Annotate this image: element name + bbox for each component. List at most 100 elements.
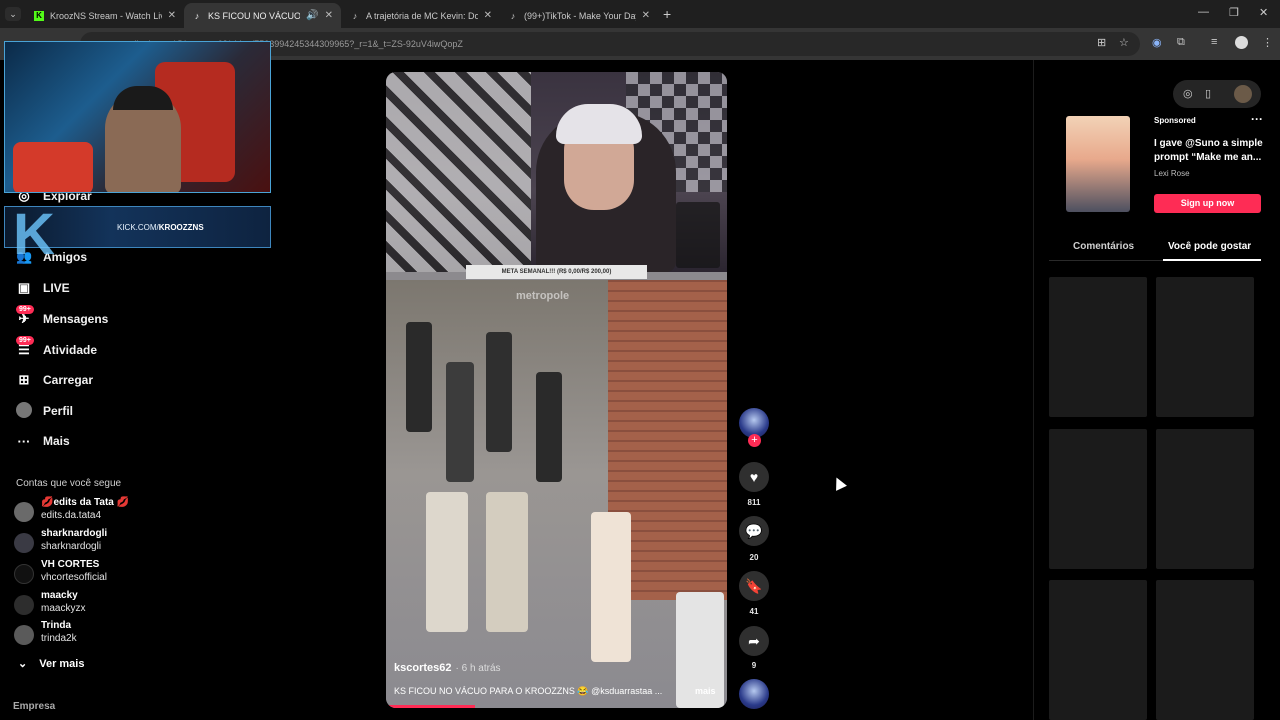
account-name: maacky (41, 590, 78, 601)
close-tab-icon[interactable]: ✕ (325, 10, 333, 21)
close-tab-icon[interactable]: ✕ (484, 10, 492, 21)
kick-channel-banner: K KICK.COM/KROOZZNS (4, 202, 271, 267)
game-character (446, 362, 474, 482)
close-window-icon[interactable]: ✕ (1259, 6, 1268, 19)
game-character (486, 332, 512, 452)
account-name: 💋edits da Tata 💋 (41, 497, 130, 508)
sidebar-item-label: Atividade (43, 343, 98, 357)
ad-text: I gave @Suno a simple prompt “Make me an… (1154, 138, 1263, 163)
avatar (14, 595, 34, 615)
game-character (486, 492, 528, 632)
profile-icon[interactable] (1235, 36, 1248, 49)
caption-more-button[interactable]: mais (695, 686, 716, 696)
profile-avatar[interactable] (1234, 85, 1252, 103)
kick-channel-name: KROOZZNS (158, 223, 204, 232)
video-player[interactable]: META SEMANAL!!! (R$ 0,00/R$ 200,00) metr… (386, 72, 727, 708)
speaker-icon[interactable]: 🔊 (306, 10, 318, 21)
followed-account[interactable]: sharknardogli sharknardogli (14, 528, 164, 558)
upload-icon: ⊞ (18, 372, 30, 387)
tab-comments[interactable]: Comentários (1073, 241, 1134, 252)
like-button[interactable]: ♥ (739, 462, 769, 492)
tab-title: A trajetória de MC Kevin: Do a (366, 10, 478, 21)
comment-button[interactable]: 💬 (739, 516, 769, 546)
tiktok-favicon-icon: ♪ (194, 10, 200, 21)
chat-ranking-overlay (676, 202, 720, 268)
browser-tab-mc-kevin[interactable]: ♪ A trajetória de MC Kevin: Do a ✕ (342, 3, 500, 28)
ad-thumbnail[interactable] (1066, 116, 1130, 212)
see-more-label: Ver mais (39, 658, 85, 670)
account-username: maackyzx (41, 603, 86, 614)
live-icon: ▣ (17, 280, 31, 295)
suggested-video-placeholder[interactable] (1049, 277, 1147, 417)
sponsored-label: Sponsored (1154, 116, 1196, 125)
tab-search-button[interactable]: ⌄ (5, 7, 21, 21)
right-panel-tabs: Comentários Você pode gostar (1049, 235, 1261, 261)
tiktok-favicon-icon: ♪ (352, 10, 358, 21)
followed-account[interactable]: Trinda trinda2k (14, 620, 164, 650)
see-more-button[interactable]: ⌄ Ver mais (18, 657, 84, 670)
save-count: 41 (749, 607, 759, 616)
sidebar-item-carregar[interactable]: ⊞ Carregar (16, 368, 93, 392)
activity-icon: ☰ 99+ (16, 336, 34, 358)
sidebar-item-label: Mais (43, 434, 70, 448)
share-button[interactable]: ➦ (739, 626, 769, 656)
video-progress-bar[interactable] (386, 705, 475, 708)
sidebar-item-mais[interactable]: ··· Mais (16, 429, 70, 453)
video-author[interactable]: kscortes62 · 6 h atrás (394, 662, 501, 674)
graffiti-wall-shape (386, 72, 531, 272)
author-username: kscortes62 (394, 662, 452, 674)
browser-tab-tiktok-video[interactable]: ♪ KS FICOU NO VÁCUO PARA 🔊 ✕ (184, 3, 341, 28)
browser-tab-bar: ⌄ K KroozNS Stream - Watch Live ✕ ♪ KS F… (0, 0, 1280, 28)
suggested-video-placeholder[interactable] (1156, 429, 1254, 569)
suggested-video-placeholder[interactable] (1156, 580, 1254, 720)
sidebar-item-perfil[interactable]: Perfil (16, 399, 73, 423)
bookmark-star-icon[interactable]: ☆ (1119, 36, 1129, 49)
account-name: Trinda (41, 620, 72, 631)
restore-icon[interactable]: ❐ (1229, 6, 1239, 19)
suggested-video-placeholder[interactable] (1049, 429, 1147, 569)
account-username: edits.da.tata4 (41, 510, 102, 521)
sidebar-item-live[interactable]: ▣ LIVE (16, 276, 70, 300)
extensions-icon[interactable]: ⧉ (1177, 36, 1185, 49)
streamer-webcam-overlay (4, 41, 271, 193)
tab-you-may-like[interactable]: Você pode gostar (1168, 241, 1251, 252)
ad-signup-button[interactable]: Sign up now (1154, 194, 1261, 213)
compass-icon[interactable]: ◎ (1183, 87, 1193, 100)
media-control-icon[interactable]: ◉ (1152, 36, 1162, 49)
close-tab-icon[interactable]: ✕ (642, 10, 650, 21)
kick-url-prefix: KICK.COM/ (117, 223, 159, 232)
sidebar-item-atividade[interactable]: ☰ 99+ Atividade (16, 336, 98, 362)
footer-link-company[interactable]: Empresa (13, 701, 55, 712)
new-tab-button[interactable]: + (663, 6, 671, 22)
sidebar-item-mensagens[interactable]: ✈ 99+ Mensagens (16, 305, 109, 331)
followed-account[interactable]: VH CORTES vhcortesofficial (14, 559, 164, 589)
music-disc-avatar[interactable] (739, 679, 769, 709)
comment-count: 20 (749, 553, 759, 562)
account-username: vhcortesofficial (41, 572, 107, 583)
browser-tab-kick[interactable]: K KroozNS Stream - Watch Live ✕ (26, 3, 184, 28)
install-app-icon[interactable]: ⊞ (1097, 36, 1106, 49)
minimize-icon[interactable]: — (1198, 6, 1209, 18)
suggested-video-placeholder[interactable] (1156, 277, 1254, 417)
avatar (14, 564, 34, 584)
video-timestamp: · 6 h atrás (455, 663, 501, 674)
reading-list-icon[interactable]: ≡ (1211, 36, 1217, 48)
suggested-video-placeholder[interactable] (1049, 580, 1147, 720)
headset-shape (556, 104, 642, 144)
comment-icon: 💬 (745, 522, 763, 539)
game-character (426, 492, 468, 632)
account-name: VH CORTES (41, 559, 100, 570)
close-tab-icon[interactable]: ✕ (168, 10, 176, 21)
chrome-menu-icon[interactable]: ⋮ (1262, 36, 1273, 49)
follow-plus-icon[interactable]: + (748, 434, 761, 447)
ad-author: Lexi Rose (1154, 169, 1190, 178)
sidebar-item-label: Mensagens (43, 312, 109, 326)
browser-tab-tiktok-home[interactable]: ♪ (99+)TikTok - Make Your Day ✕ (500, 3, 658, 28)
save-button[interactable]: 🔖 (739, 571, 769, 601)
followed-account[interactable]: 💋edits da Tata 💋 edits.da.tata4 (14, 497, 164, 527)
phone-icon[interactable]: ▯ (1205, 87, 1211, 100)
chevron-down-icon: ⌄ (18, 658, 28, 670)
ad-more-options-icon[interactable]: ··· (1251, 112, 1263, 126)
tab-title: KroozNS Stream - Watch Live (50, 10, 162, 21)
followed-account[interactable]: maacky maackyzx (14, 590, 164, 620)
